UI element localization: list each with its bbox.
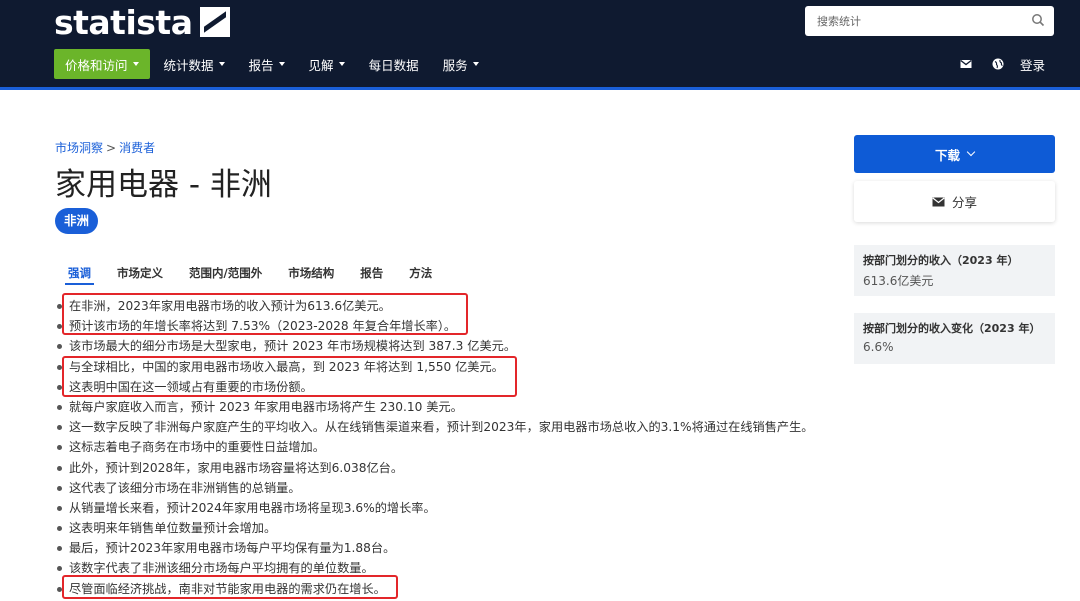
caret-down-icon: [132, 62, 139, 66]
region-badge[interactable]: 非洲: [55, 208, 99, 234]
breadcrumb-market-insights[interactable]: 市场洞察: [55, 141, 103, 155]
nav-reports[interactable]: 报告: [249, 55, 285, 74]
nav-label: 服务: [442, 57, 468, 73]
list-item: 这标志着电子商务在市场中的重要性日益增加。: [55, 437, 855, 457]
download-button[interactable]: 下载: [854, 135, 1055, 173]
tab-market-structure[interactable]: 市场结构: [275, 263, 347, 287]
caret-down-icon: [472, 62, 479, 66]
search-box: [805, 6, 1054, 36]
nav-insights[interactable]: 见解: [309, 55, 345, 74]
list-item: 该市场最大的细分市场是大型家电，预计 2023 年市场规模将达到 387.3 亿…: [55, 336, 855, 356]
list-item: 从销量增长来看，预计2024年家用电器市场将呈现3.6%的增长率。: [55, 498, 855, 518]
nav-statistics[interactable]: 统计数据: [164, 55, 225, 74]
kpi-label: 按部门划分的收入变化（2023 年）: [863, 322, 1041, 335]
nav-label: 每日数据: [368, 57, 419, 73]
logo-mark-icon: [200, 7, 231, 37]
share-button[interactable]: 分享: [854, 181, 1055, 222]
tab-highlights[interactable]: 强调: [55, 263, 104, 287]
breadcrumb: 市场洞察 > 消费者: [55, 139, 155, 156]
breadcrumb-consumer[interactable]: 消费者: [119, 141, 155, 155]
tab-methodology[interactable]: 方法: [396, 263, 445, 287]
highlight-box: [62, 293, 468, 335]
tab-scope[interactable]: 范围内/范围外: [176, 263, 275, 287]
download-label: 下载: [934, 147, 960, 163]
highlight-box: [62, 575, 398, 599]
kpi-label: 按部门划分的收入（2023 年）: [863, 254, 1019, 267]
tab-market-definition[interactable]: 市场定义: [104, 263, 176, 287]
list-item: 此外，预计到2028年，家用电器市场容量将达到6.038亿台。: [55, 458, 855, 478]
search-icon[interactable]: [1031, 13, 1045, 27]
main-nav: 价格和访问 统计数据 报告 见解 每日数据 服务: [54, 49, 503, 79]
globe-icon[interactable]: [992, 58, 1004, 70]
nav-label: 价格和访问: [65, 57, 128, 73]
kpi-revenue-change: 按部门划分的收入变化（2023 年） 6.6%: [854, 313, 1055, 364]
kpi-value: 6.6%: [863, 340, 894, 354]
nav-label: 报告: [248, 57, 274, 73]
mail-icon: [932, 197, 945, 206]
tab-reports[interactable]: 报告: [347, 263, 396, 287]
search-input[interactable]: [805, 6, 1015, 36]
list-item: 就每户家庭收入而言，预计 2023 年家用电器市场将产生 230.10 美元。: [55, 397, 855, 417]
highlight-box: [62, 356, 517, 397]
page-title: 家用电器 - 非洲: [55, 167, 272, 203]
caret-down-icon: [218, 62, 225, 66]
logo-text: statista: [54, 2, 193, 42]
share-label: 分享: [951, 195, 977, 210]
list-item: 这代表了该细分市场在非洲销售的总销量。: [55, 478, 855, 498]
caret-down-icon: [278, 62, 285, 66]
kpi-revenue: 按部门划分的收入（2023 年） 613.6亿美元: [854, 245, 1055, 296]
kpi-value: 613.6亿美元: [863, 274, 934, 288]
list-item: 这一数字反映了非洲每户家庭产生的平均收入。从在线销售渠道来看，预计到2023年，…: [55, 417, 855, 437]
nav-label: 统计数据: [163, 57, 214, 73]
chevron-down-icon: [966, 147, 976, 157]
statista-logo[interactable]: statista: [54, 2, 231, 42]
header-actions: 登录: [940, 49, 1045, 79]
mail-icon[interactable]: [960, 58, 972, 70]
nav-daily-data[interactable]: 每日数据: [369, 55, 419, 74]
nav-pricing-access[interactable]: 价格和访问: [54, 49, 150, 79]
top-header: statista 价格和访问 统计数据 报告 见解 每日数据 服务: [0, 0, 1080, 90]
list-item: 最后，预计2023年家用电器市场每户平均保有量为1.88台。: [55, 538, 855, 558]
nav-services[interactable]: 服务: [443, 55, 479, 74]
login-link[interactable]: 登录: [1020, 55, 1045, 74]
nav-label: 见解: [308, 57, 334, 73]
highlights-list: 在非洲，2023年家用电器市场的收入预计为613.6亿美元。 预计该市场的年增长…: [55, 296, 855, 599]
breadcrumb-separator: >: [106, 141, 117, 155]
content-tabs: 强调 市场定义 范围内/范围外 市场结构 报告 方法: [55, 263, 835, 287]
caret-down-icon: [338, 62, 345, 66]
list-item: 这表明来年销售单位数量预计会增加。: [55, 518, 855, 538]
